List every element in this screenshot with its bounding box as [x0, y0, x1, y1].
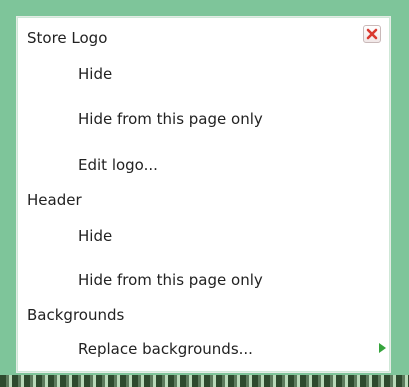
menu-item-edit-logo[interactable]: Edit logo... [78, 156, 158, 174]
page-background-strip [0, 375, 409, 387]
menu-item-header-hide[interactable]: Hide [78, 227, 112, 245]
section-title-store-logo: Store Logo [27, 29, 108, 47]
close-button[interactable] [363, 25, 381, 43]
menu-item-store-logo-hide-page[interactable]: Hide from this page only [78, 110, 263, 128]
close-icon [366, 28, 378, 40]
section-title-backgrounds: Backgrounds [27, 306, 125, 324]
submenu-arrow-icon [379, 343, 386, 353]
menu-item-store-logo-hide[interactable]: Hide [78, 65, 112, 83]
menu-item-header-hide-page[interactable]: Hide from this page only [78, 271, 263, 289]
menu-item-replace-backgrounds[interactable]: Replace backgrounds... [78, 340, 253, 358]
section-title-header: Header [27, 191, 82, 209]
